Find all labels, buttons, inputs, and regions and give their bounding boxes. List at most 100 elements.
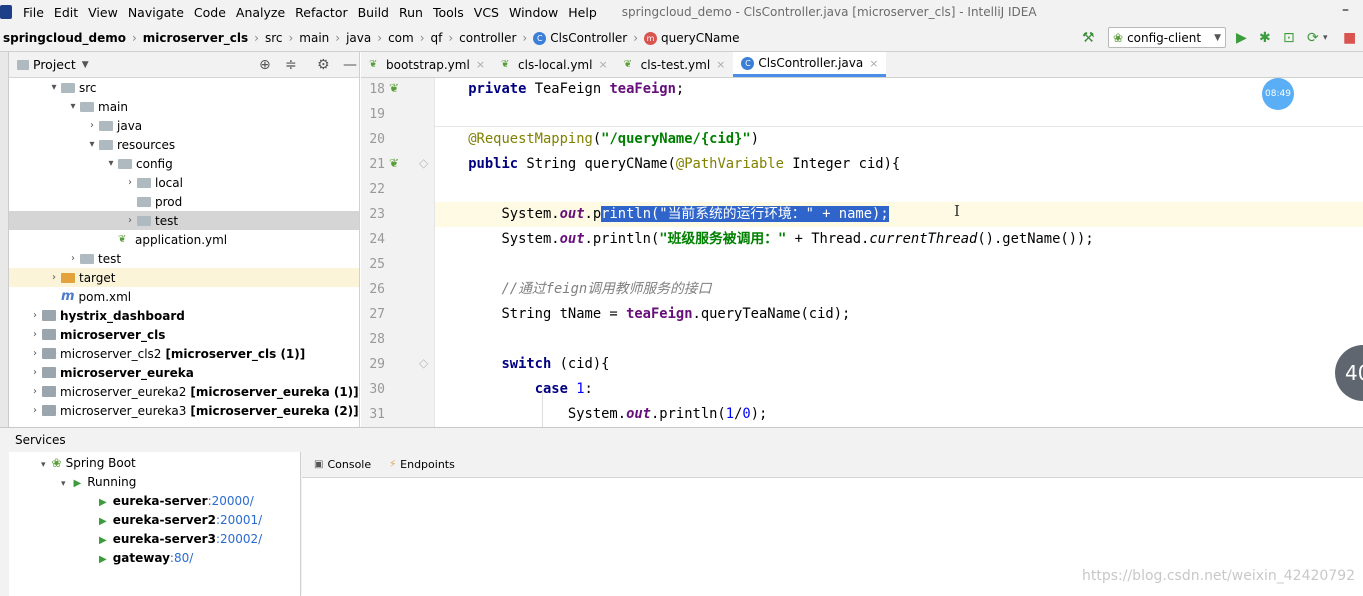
tree-item[interactable]: › local <box>9 173 359 192</box>
chevron-icon[interactable]: › <box>47 272 61 283</box>
breadcrumb-item[interactable]: qf <box>428 31 446 45</box>
tree-item[interactable]: › java <box>9 116 359 135</box>
menu-item-code[interactable]: Code <box>189 5 231 20</box>
breadcrumb-item[interactable]: m queryCName <box>641 31 742 45</box>
tree-item[interactable]: ▾ config <box>9 154 359 173</box>
menu-item-view[interactable]: View <box>83 5 123 20</box>
chevron-icon[interactable]: › <box>28 386 42 397</box>
breadcrumb-item[interactable]: springcloud_demo <box>0 31 129 45</box>
code-line[interactable]: System.out.println("当前系统的运行环境：" + name); <box>435 202 1363 227</box>
code-editor[interactable]: private TeaFeign teaFeign; @RequestMappi… <box>435 78 1363 427</box>
close-icon[interactable]: × <box>476 58 485 71</box>
close-icon[interactable]: × <box>869 57 878 70</box>
code-line[interactable] <box>435 252 1363 277</box>
breadcrumb-item[interactable]: com <box>385 31 417 45</box>
chevron-icon[interactable]: › <box>66 253 80 264</box>
tree-item[interactable]: › target <box>9 268 359 287</box>
chevron-icon[interactable]: › <box>85 120 99 131</box>
stop-icon[interactable]: ■ <box>1343 28 1356 48</box>
tree-item[interactable]: › hystrix_dashboard <box>9 306 359 325</box>
locate-icon[interactable]: ⊕ <box>259 57 271 73</box>
code-line[interactable]: @RequestMapping("/queryName/{cid}") <box>435 127 1363 152</box>
running-node[interactable]: ▾ ▶ Running <box>61 475 136 489</box>
coverage-icon[interactable]: ⊡ <box>1283 28 1295 48</box>
close-icon[interactable]: × <box>598 58 607 71</box>
breadcrumb-item[interactable]: C ClsController <box>530 31 630 45</box>
tree-item[interactable]: › microserver_cls2 [microserver_cls (1)] <box>9 344 359 363</box>
menu-item-file[interactable]: File <box>18 5 49 20</box>
hide-icon[interactable]: — <box>343 57 357 73</box>
tree-item[interactable]: ▾ main <box>9 97 359 116</box>
profile-icon[interactable]: ⟳ <box>1307 28 1319 48</box>
service-item[interactable]: ▶ eureka-server:20000/ <box>99 494 254 508</box>
chevron-icon[interactable]: › <box>28 329 42 340</box>
tree-item[interactable]: › microserver_eureka <box>9 363 359 382</box>
tree-item[interactable]: › test <box>9 211 359 230</box>
menu-item-analyze[interactable]: Analyze <box>231 5 290 20</box>
code-line[interactable]: System.out.println("班级服务被调用：" + Thread.c… <box>435 227 1363 252</box>
chevron-icon[interactable]: ▾ <box>66 101 80 112</box>
tab-endpoints[interactable]: Endpoints <box>400 458 455 471</box>
code-line[interactable]: private TeaFeign teaFeign; <box>435 78 1363 102</box>
code-line[interactable] <box>435 177 1363 202</box>
chevron-icon[interactable]: ▾ <box>104 158 118 169</box>
chevron-icon[interactable]: › <box>28 348 42 359</box>
tree-item[interactable]: › microserver_eureka2 [microserver_eureka … <box>9 382 359 401</box>
menu-item-vcs[interactable]: VCS <box>469 5 504 20</box>
code-line[interactable]: switch (cid){ <box>435 352 1363 377</box>
menu-item-tools[interactable]: Tools <box>428 5 469 20</box>
collapse-icon[interactable]: ≑ <box>285 57 297 73</box>
run-icon[interactable]: ▶ <box>1236 28 1247 48</box>
code-line[interactable]: public String queryCName(@PathVariable I… <box>435 152 1363 177</box>
run-config-select[interactable]: ❀ config-client ▼ <box>1108 27 1226 48</box>
code-line[interactable] <box>435 102 1363 127</box>
debug-icon[interactable]: ✱ <box>1259 28 1271 48</box>
service-item[interactable]: ▶ gateway:80/ <box>99 551 193 565</box>
bean-icon[interactable]: ❦ <box>389 81 399 95</box>
bean-icon[interactable]: ❦ <box>389 156 399 170</box>
close-icon[interactable]: × <box>716 58 725 71</box>
tree-item[interactable]: prod <box>9 192 359 211</box>
menu-item-run[interactable]: Run <box>394 5 428 20</box>
build-hammer-icon[interactable]: ⚒ <box>1082 28 1095 48</box>
gear-icon[interactable]: ⚙ <box>317 57 330 73</box>
breadcrumb-item[interactable]: java <box>343 31 374 45</box>
chevron-icon[interactable]: ▾ <box>85 139 99 150</box>
code-line[interactable] <box>435 327 1363 352</box>
chevron-icon[interactable]: › <box>123 177 137 188</box>
minimize-button[interactable]: – <box>1342 2 1349 18</box>
service-port-link[interactable]: :20002/ <box>216 532 262 546</box>
chevron-icon[interactable]: ▾ <box>47 82 61 93</box>
menu-item-refactor[interactable]: Refactor <box>290 5 352 20</box>
code-line[interactable]: //通过feign调用教师服务的接口 <box>435 277 1363 302</box>
left-tool-strip[interactable] <box>0 52 9 427</box>
menu-item-edit[interactable]: Edit <box>49 5 83 20</box>
fold-icon[interactable]: ◇ <box>419 156 428 170</box>
breadcrumb-item[interactable]: main <box>296 31 332 45</box>
service-port-link[interactable]: :80/ <box>170 551 193 565</box>
tree-item[interactable]: › microserver_cls <box>9 325 359 344</box>
tab-console[interactable]: Console <box>327 458 371 471</box>
breadcrumb-item[interactable]: src <box>262 31 286 45</box>
menu-item-help[interactable]: Help <box>563 5 602 20</box>
tree-item[interactable]: › test <box>9 249 359 268</box>
service-port-link[interactable]: :20000/ <box>208 494 254 508</box>
tab-cls-local-yml[interactable]: ❦ cls-local.yml × <box>493 52 616 77</box>
fold-icon[interactable]: ◇ <box>419 356 428 370</box>
project-title[interactable]: Project <box>33 57 76 72</box>
code-line[interactable]: String tName = teaFeign.queryTeaName(cid… <box>435 302 1363 327</box>
code-line[interactable]: System.out.println(1/0); <box>435 402 1363 427</box>
spring-boot-node[interactable]: ▾ ❀ Spring Boot <box>41 456 136 470</box>
chevron-icon[interactable]: › <box>28 367 42 378</box>
profile-dropdown-icon[interactable]: ▾ <box>1323 28 1328 48</box>
tab-clscontroller-java[interactable]: C ClsController.java × <box>733 52 887 77</box>
menu-item-build[interactable]: Build <box>353 5 394 20</box>
chevron-icon[interactable]: › <box>28 310 42 321</box>
chevron-icon[interactable]: › <box>28 405 42 416</box>
tree-item[interactable]: m pom.xml <box>9 287 359 306</box>
tab-cls-test-yml[interactable]: ❦ cls-test.yml × <box>616 52 734 77</box>
tree-item[interactable]: › microserver_eureka3 [microserver_eureka … <box>9 401 359 420</box>
chevron-icon[interactable]: › <box>123 215 137 226</box>
service-item[interactable]: ▶ eureka-server2:20001/ <box>99 513 262 527</box>
service-item[interactable]: ▶ eureka-server3:20002/ <box>99 532 262 546</box>
